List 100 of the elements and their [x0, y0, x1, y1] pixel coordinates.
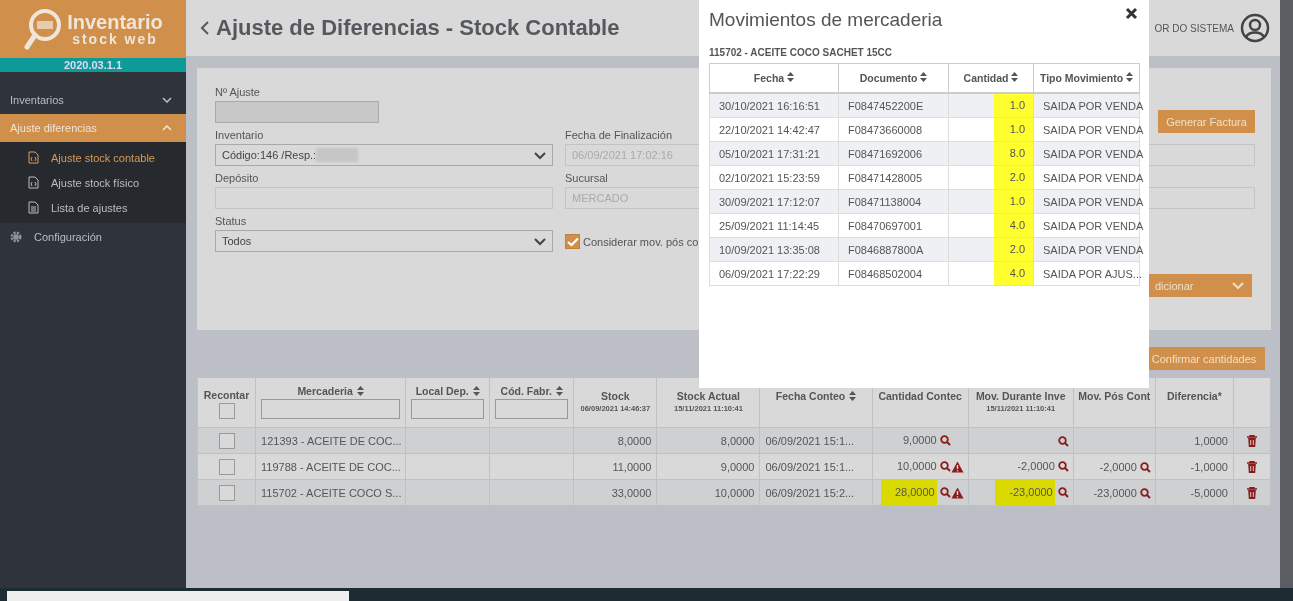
chevron-down-icon: [162, 97, 172, 103]
sidebar-item[interactable]: Configuración: [0, 223, 186, 251]
column-header: Recontar: [197, 377, 256, 428]
table-cell: 25/09/2021 11:14:45: [719, 219, 820, 232]
search-icon[interactable]: [939, 461, 951, 472]
user-avatar-icon[interactable]: [1240, 13, 1270, 43]
search-icon[interactable]: [939, 435, 951, 446]
field-label: Status: [215, 215, 247, 228]
document-icon: [28, 201, 39, 214]
search-icon[interactable]: [1139, 487, 1151, 499]
table-cell: 1.0: [993, 94, 1033, 117]
sort-icon[interactable]: [472, 386, 480, 396]
table-cell: 06/09/2021 17:22:29: [719, 267, 820, 280]
chevron-up-icon: [162, 125, 172, 131]
table-cell: F08468502004: [848, 267, 922, 280]
logo-title: Inventario: [67, 12, 163, 32]
trash-icon[interactable]: [1246, 435, 1257, 448]
chevron-down-icon: [534, 238, 546, 246]
field-label: Nº Ajuste: [215, 86, 260, 99]
select-field[interactable]: Todos: [215, 230, 553, 252]
close-icon[interactable]: [1125, 7, 1138, 20]
search-icon[interactable]: [939, 487, 951, 498]
filter-field[interactable]: [411, 399, 485, 419]
table-cell-text: 10,0000: [896, 459, 937, 474]
select-field[interactable]: Código:146 /Resp.:: [215, 144, 553, 166]
table-cell: SAIDA POR VENDA: [1043, 171, 1144, 184]
trash-icon[interactable]: [1246, 487, 1257, 500]
chevron-down-icon: [1232, 281, 1244, 290]
table-cell: F0847452200E: [848, 99, 924, 112]
input-field[interactable]: [1148, 187, 1255, 209]
table-cell: -1,0000: [1190, 461, 1228, 474]
table-cell: 119788 - ACEITE DE COC...: [261, 461, 401, 474]
modal-subtitle: 115702 - ACEITE COCO SACHET 15CC: [709, 47, 894, 58]
logo-subtitle: stock web: [72, 32, 158, 46]
table-cell: 8,0000: [617, 435, 652, 448]
table-cell: 30/10/2021 16:16:51: [719, 99, 820, 112]
table-cell: 4.0: [993, 262, 1033, 285]
sidebar-subitem[interactable]: Ajuste stock físico: [0, 170, 186, 195]
sort-icon[interactable]: [1011, 72, 1019, 82]
modal-title: Movimientos de mercaderia: [709, 9, 943, 31]
search-icon[interactable]: [1057, 487, 1069, 498]
table-cell: F08471428005: [848, 171, 922, 184]
table-cell: 9,0000: [720, 461, 755, 474]
table-cell: 33,0000: [611, 487, 652, 500]
table-cell: 1.0: [993, 118, 1033, 141]
table-cell: -5,0000: [1190, 487, 1228, 500]
sidebar-subitem[interactable]: Lista de ajustes: [0, 195, 186, 220]
table-cell-text: 9,0000: [903, 433, 937, 448]
taskbar-search-field[interactable]: [7, 591, 349, 601]
checkbox[interactable]: [218, 458, 235, 475]
table-cell: F08473660008: [848, 123, 922, 136]
sort-icon[interactable]: [1126, 72, 1134, 82]
table-cell: 11,0000: [612, 461, 652, 474]
chevron-down-icon: [534, 152, 546, 160]
table-cell: F08470697001: [848, 219, 922, 232]
search-icon[interactable]: [1057, 461, 1069, 472]
sort-icon[interactable]: [555, 386, 563, 396]
filter-field[interactable]: [261, 399, 401, 419]
table-cell: F08471692006: [848, 147, 922, 160]
table-cell: -23,0000: [995, 480, 1055, 505]
scrollbar[interactable]: [1280, 0, 1293, 588]
checkbox[interactable]: [218, 403, 235, 419]
table-cell: 121393 - ACEITE DE COC...: [261, 435, 402, 448]
column-header: Local Dep.: [405, 377, 490, 428]
table-cell: 8.0: [993, 142, 1033, 165]
checkbox[interactable]: [218, 432, 235, 449]
table-cell: 30/09/2021 17:12:07: [719, 195, 820, 208]
table-cell: 02/10/2021 15:23:59: [719, 171, 820, 184]
magnifier-logo-icon: [23, 7, 64, 51]
checkbox-label: Considerar mov. pós co: [583, 235, 699, 248]
table-cell: 22/10/2021 14:42:47: [719, 123, 820, 136]
checkbox[interactable]: [218, 484, 235, 501]
back-icon[interactable]: [200, 20, 210, 36]
input-field[interactable]: [1148, 144, 1255, 166]
filter-field[interactable]: [495, 399, 569, 419]
table-cell: -23,0000: [1093, 487, 1137, 500]
input-field[interactable]: [215, 101, 379, 123]
table-cell: SAIDA POR AJUS...: [1043, 267, 1143, 280]
sidebar-subitem[interactable]: Ajuste stock contable: [0, 145, 186, 170]
checkbox[interactable]: [565, 234, 580, 249]
column-header: Diferencia*: [1155, 377, 1234, 428]
table-cell: 1,0000: [1194, 435, 1228, 448]
table-cell: 10,0000: [714, 487, 755, 500]
table-cell: 06/09/2021 15:2...: [765, 487, 855, 500]
field-label: Inventario: [215, 129, 264, 142]
table-cell: 8,0000: [720, 435, 755, 448]
table-cell: -2,0000: [1099, 461, 1137, 474]
sort-icon[interactable]: [356, 386, 364, 396]
search-icon[interactable]: [1057, 435, 1069, 447]
search-icon[interactable]: [1139, 461, 1151, 473]
table-cell: 2.0: [993, 238, 1033, 261]
sort-icon[interactable]: [849, 391, 857, 401]
sort-icon[interactable]: [787, 72, 795, 82]
table-cell: F0846887800A: [848, 243, 924, 256]
column-header: Cód. Fabr.: [489, 377, 574, 428]
trash-icon[interactable]: [1246, 461, 1257, 474]
column-header: Mercaderia: [255, 377, 406, 428]
sidebar-item[interactable]: Inventarios: [0, 86, 186, 114]
sort-icon[interactable]: [920, 72, 928, 82]
table-cell-text: -2,0000: [1017, 459, 1055, 474]
